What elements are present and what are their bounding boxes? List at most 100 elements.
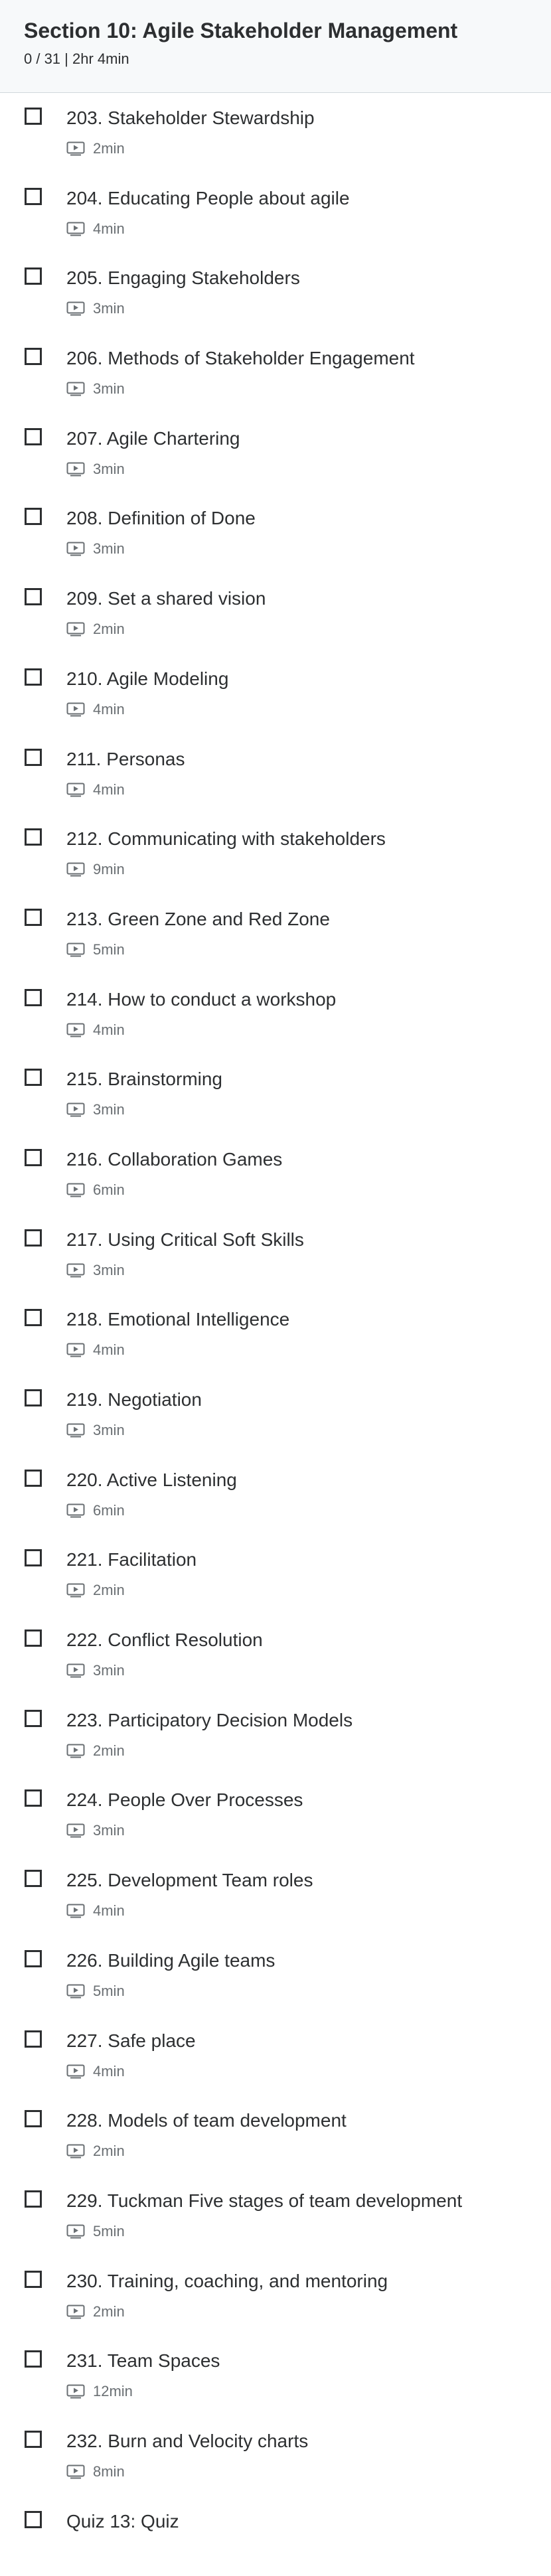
- video-play-icon: [66, 1503, 85, 1518]
- lecture-checkbox[interactable]: [25, 508, 42, 526]
- lecture-item[interactable]: 217. Using Critical Soft Skills 3min: [0, 1215, 551, 1295]
- lecture-title: 222. Conflict Resolution: [66, 1629, 263, 1651]
- lecture-title: 203. Stakeholder Stewardship: [66, 108, 315, 128]
- lecture-checkbox[interactable]: [25, 1229, 42, 1247]
- lecture-duration: 4min: [93, 1902, 125, 1920]
- lecture-item[interactable]: 209. Set a shared vision 2min: [0, 573, 551, 654]
- video-play-icon: [66, 1023, 85, 1037]
- lecture-checkbox[interactable]: [25, 108, 42, 125]
- lecture-duration: 4min: [93, 1341, 125, 1359]
- lecture-item[interactable]: 230. Training, coaching, and mentoring 2…: [0, 2256, 551, 2336]
- lecture-item[interactable]: 228. Models of team development 2min: [0, 2095, 551, 2176]
- lecture-item[interactable]: 204. Educating People about agile 4min: [0, 173, 551, 254]
- video-play-icon: [66, 1102, 85, 1117]
- lecture-duration: 2min: [93, 1742, 125, 1759]
- lecture-checkbox[interactable]: [25, 588, 42, 606]
- lecture-checkbox[interactable]: [25, 1069, 42, 1087]
- lecture-item[interactable]: 223. Participatory Decision Models 2min: [0, 1695, 551, 1776]
- lecture-checkbox[interactable]: [25, 2270, 42, 2288]
- lecture-title: 217. Using Critical Soft Skills: [66, 1229, 304, 1250]
- lecture-checkbox[interactable]: [25, 1309, 42, 1327]
- lecture-title: 215. Brainstorming: [66, 1069, 223, 1090]
- lecture-title: 232. Burn and Velocity charts: [66, 2430, 309, 2451]
- lecture-checkbox[interactable]: [25, 828, 42, 846]
- lecture-duration: 3min: [93, 460, 125, 477]
- lecture-item[interactable]: 221. Facilitation 2min: [0, 1535, 551, 1615]
- lecture-meta: 2min: [66, 620, 551, 639]
- lecture-title: 209. Set a shared vision: [66, 588, 266, 609]
- lecture-checkbox[interactable]: [25, 908, 42, 926]
- quiz-checkbox[interactable]: [25, 2510, 42, 2528]
- video-play-icon: [66, 462, 85, 477]
- lecture-checkbox[interactable]: [25, 427, 42, 445]
- lecture-checkbox[interactable]: [25, 1629, 42, 1647]
- lecture-item[interactable]: 208. Definition of Done 3min: [0, 493, 551, 573]
- lecture-checkbox[interactable]: [25, 187, 42, 205]
- lecture-checkbox[interactable]: [25, 2430, 42, 2448]
- lecture-checkbox[interactable]: [25, 988, 42, 1006]
- lecture-item[interactable]: 213. Green Zone and Red Zone 5min: [0, 894, 551, 974]
- lecture-item[interactable]: 231. Team Spaces 12min: [0, 2336, 551, 2416]
- lecture-meta: 2min: [66, 2142, 551, 2160]
- video-play-icon: [66, 1423, 85, 1438]
- lecture-item[interactable]: 224. People Over Processes 3min: [0, 1775, 551, 1855]
- lecture-item[interactable]: 227. Safe place 4min: [0, 2016, 551, 2096]
- lecture-checkbox[interactable]: [25, 1709, 42, 1727]
- lecture-checkbox[interactable]: [25, 2190, 42, 2208]
- lecture-meta: 4min: [66, 1341, 551, 1359]
- lecture-checkbox[interactable]: [25, 1789, 42, 1807]
- lecture-checkbox[interactable]: [25, 668, 42, 686]
- lecture-title: 230. Training, coaching, and mentoring: [66, 2270, 388, 2291]
- lecture-item[interactable]: 205. Engaging Stakeholders 3min: [0, 253, 551, 333]
- lecture-checkbox[interactable]: [25, 1870, 42, 1888]
- lecture-checkbox[interactable]: [25, 2030, 42, 2048]
- lecture-title: 213. Green Zone and Red Zone: [66, 908, 330, 929]
- lecture-checkbox[interactable]: [25, 2350, 42, 2368]
- lecture-checkbox[interactable]: [25, 1549, 42, 1567]
- lecture-item[interactable]: 229. Tuckman Five stages of team develop…: [0, 2176, 551, 2256]
- lecture-checkbox[interactable]: [25, 1469, 42, 1487]
- lecture-checkbox[interactable]: [25, 1389, 42, 1406]
- lecture-meta: 3min: [66, 1100, 551, 1119]
- lecture-item[interactable]: 225. Development Team roles 4min: [0, 1855, 551, 1935]
- lecture-meta: 3min: [66, 1261, 551, 1280]
- video-play-icon: [66, 1263, 85, 1278]
- lecture-item[interactable]: 216. Collaboration Games 6min: [0, 1134, 551, 1215]
- lecture-title: 223. Participatory Decision Models: [66, 1709, 353, 1730]
- lecture-item[interactable]: 207. Agile Chartering 3min: [0, 414, 551, 494]
- lecture-checkbox[interactable]: [25, 1949, 42, 1967]
- lecture-item[interactable]: 210. Agile Modeling 4min: [0, 654, 551, 734]
- lecture-checkbox[interactable]: [25, 1148, 42, 1166]
- lecture-item[interactable]: 222. Conflict Resolution 3min: [0, 1615, 551, 1695]
- lecture-checkbox[interactable]: [25, 267, 42, 285]
- video-play-icon: [66, 1904, 85, 1918]
- video-play-icon: [66, 1343, 85, 1357]
- section-header[interactable]: Section 10: Agile Stakeholder Management…: [0, 0, 551, 93]
- lecture-item[interactable]: 219. Negotiation 3min: [0, 1375, 551, 1455]
- lecture-item[interactable]: 212. Communicating with stakeholders 9mi…: [0, 814, 551, 894]
- lecture-checkbox[interactable]: [25, 348, 42, 366]
- lecture-checkbox[interactable]: [25, 748, 42, 766]
- lecture-item[interactable]: 206. Methods of Stakeholder Engagement 3…: [0, 333, 551, 414]
- lecture-item[interactable]: 218. Emotional Intelligence 4min: [0, 1294, 551, 1375]
- lecture-item[interactable]: 220. Active Listening 6min: [0, 1455, 551, 1535]
- lecture-checkbox[interactable]: [25, 2110, 42, 2128]
- lecture-duration: 3min: [93, 1422, 125, 1438]
- lecture-duration: 2min: [93, 140, 125, 157]
- lecture-item[interactable]: 214. How to conduct a workshop 4min: [0, 974, 551, 1055]
- lecture-item[interactable]: 211. Personas 4min: [0, 734, 551, 814]
- video-play-icon: [66, 141, 85, 156]
- lecture-duration: 5min: [93, 2222, 125, 2239]
- quiz-item[interactable]: Quiz 13: Quiz: [0, 2496, 551, 2576]
- lecture-meta: 3min: [66, 460, 551, 479]
- lecture-title: 205. Engaging Stakeholders: [66, 267, 300, 289]
- lecture-duration: 3min: [93, 1822, 125, 1839]
- lecture-item[interactable]: 226. Building Agile teams 5min: [0, 1935, 551, 2016]
- lecture-item[interactable]: 215. Brainstorming 3min: [0, 1054, 551, 1134]
- lecture-meta: 4min: [66, 1902, 551, 1920]
- lecture-item[interactable]: 203. Stakeholder Stewardship 2min: [0, 93, 551, 173]
- lecture-item[interactable]: 232. Burn and Velocity charts 8min: [0, 2416, 551, 2496]
- lecture-meta: 3min: [66, 540, 551, 558]
- video-play-icon: [66, 1744, 85, 1758]
- video-play-icon: [66, 862, 85, 877]
